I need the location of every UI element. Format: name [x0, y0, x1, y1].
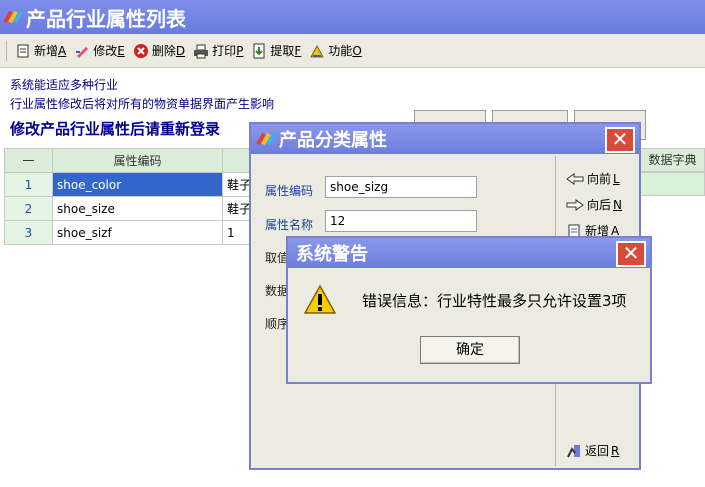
- warning-dialog-body: 错误信息：行业特性最多只允许设置3项 确定: [288, 268, 650, 380]
- toolbar: 新增 A 修改 E 删除 D 打印 P 提取 F 功能 O: [0, 34, 705, 68]
- next-icon: [566, 198, 584, 211]
- dialog-logo-icon: [256, 130, 276, 148]
- previous-button[interactable]: 向前 L: [566, 170, 620, 187]
- grid-header-dictionary: 数据字典: [640, 148, 705, 172]
- grid-header-rownum: 一: [4, 148, 53, 173]
- function-icon: [310, 44, 325, 57]
- category-dialog-title: 产品分类属性: [279, 130, 387, 151]
- warning-dialog-title-bar: 系统警告: [288, 238, 650, 268]
- row-number: 1: [4, 172, 53, 197]
- print-button[interactable]: 打印 P: [193, 42, 243, 59]
- next-button[interactable]: 向后 N: [566, 196, 622, 213]
- edit-icon: [76, 46, 89, 58]
- fetch-icon: [253, 43, 265, 58]
- return-icon: [567, 444, 580, 457]
- grid-header-code: 属性编码: [52, 148, 223, 173]
- edit-button[interactable]: 修改 E: [74, 42, 125, 59]
- delete-button[interactable]: 删除 D: [133, 42, 185, 59]
- previous-icon: [566, 172, 584, 185]
- info-line-2: 行业属性修改后将对所有的物资单据界面产生影响: [10, 97, 275, 111]
- main-window-title: 产品行业属性列表: [26, 6, 186, 31]
- attribute-code-label: 属性编码: [265, 184, 314, 198]
- attribute-code-field[interactable]: shoe_sizg: [325, 176, 477, 198]
- attribute-code-cell[interactable]: shoe_size: [52, 196, 223, 221]
- ok-button[interactable]: 确定: [420, 336, 520, 364]
- system-warning-dialog: 系统警告 ✕ 错误信息：行业特性最多只允许设置3项 确定: [286, 236, 652, 384]
- delete-icon: [133, 43, 148, 58]
- main-window-title-bar: 产品行业属性列表: [0, 0, 705, 34]
- close-icon: ✕: [622, 241, 640, 265]
- attribute-name-label: 属性名称: [265, 218, 314, 232]
- warning-close-button[interactable]: ✕: [616, 241, 646, 267]
- add-button[interactable]: 新增 A: [15, 42, 66, 59]
- row-number: 3: [4, 220, 53, 245]
- info-line-1: 系统能适应多种行业: [10, 78, 119, 92]
- add-icon: [17, 44, 29, 57]
- warning-dialog-title: 系统警告: [296, 244, 368, 265]
- warning-icon: [304, 284, 336, 314]
- grid-cell-dictionary[interactable]: [640, 172, 705, 196]
- close-button[interactable]: ✕: [605, 127, 635, 153]
- return-button[interactable]: 返回 R: [566, 442, 619, 459]
- function-button[interactable]: 功能 O: [309, 42, 362, 59]
- row-number: 2: [4, 196, 53, 221]
- info-line-3: 修改产品行业属性后请重新登录: [10, 120, 221, 138]
- warning-message: 错误信息：行业特性最多只允许设置3项: [362, 292, 627, 310]
- attribute-name-field[interactable]: 12: [325, 210, 477, 232]
- attribute-code-cell[interactable]: shoe_sizf: [52, 220, 223, 245]
- attribute-code-cell[interactable]: shoe_color: [52, 172, 223, 197]
- close-icon: ✕: [611, 127, 629, 151]
- toolbar-grip: [6, 40, 7, 61]
- category-dialog-title-bar: 产品分类属性: [251, 124, 639, 154]
- fetch-button[interactable]: 提取 F: [251, 42, 301, 59]
- printer-icon: [194, 44, 209, 58]
- app-logo-icon: [3, 8, 23, 26]
